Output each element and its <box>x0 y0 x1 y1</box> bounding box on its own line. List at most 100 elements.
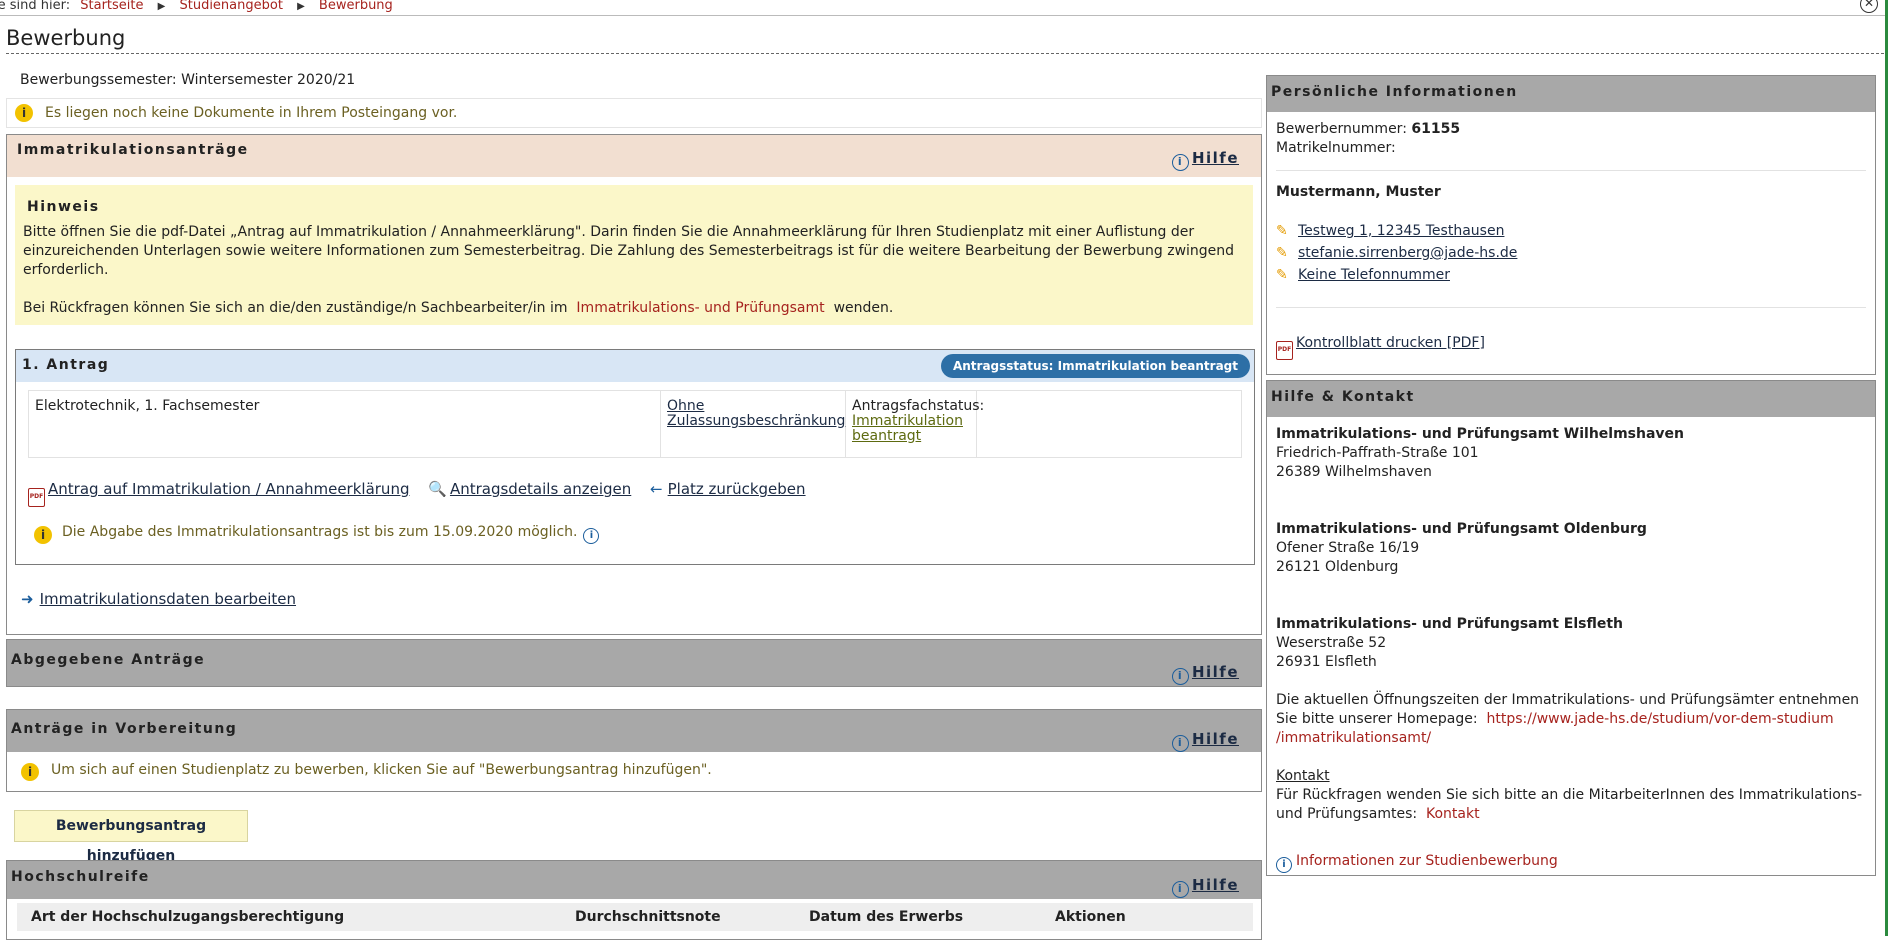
antrag-table: Elektrotechnik, 1. Fachsemester Ohne Zul… <box>28 390 1242 458</box>
immatrikulation-panel-header: Immatrikulationsanträge i Hilfe <box>7 135 1261 177</box>
info-studienbewerbung: i Informationen zur Studienbewerbung <box>1276 852 1866 873</box>
zulassung-link[interactable]: Ohne Zulassungsbeschränkung <box>667 398 845 429</box>
fachstatus-label: Antragsfachstatus: <box>852 398 985 414</box>
divider <box>1276 307 1866 308</box>
vorbereitung-panel: Anträge in Vorbereitung i Hilfe i Um sich… <box>6 709 1262 792</box>
kontakt-note: Für Rückfragen wenden Sie sich bitte an … <box>1276 786 1866 824</box>
email-link[interactable]: stefanie.sirrenberg@jade-hs.de <box>1298 245 1517 261</box>
office-city: 26121 Oldenburg <box>1276 559 1399 575</box>
bewerbernummer-label: Bewerbernummer: <box>1276 121 1407 137</box>
hilfe-link[interactable]: i Hilfe <box>1171 869 1239 901</box>
info-circle-icon: i <box>1171 668 1189 685</box>
rueckfragen-suffix: wenden. <box>833 300 894 316</box>
deadline-text: Die Abgabe des Immatrikulationsantrags i… <box>62 524 578 540</box>
magnifier-icon: 🔍 <box>428 480 447 498</box>
antrag-box: 1. Antrag Antragsstatus: Immatrikulation… <box>15 349 1255 565</box>
deadline-note: Die Abgabe des Immatrikulationsantrags i… <box>62 524 600 544</box>
office-block: Immatrikulations- und Prüfungsamt Wilhel… <box>1276 425 1866 482</box>
hilfe-link[interactable]: i Hilfe <box>1171 652 1239 692</box>
personal-info-header: Persönliche Informationen <box>1267 76 1875 112</box>
vorbereitung-note: Um sich auf einen Studienplatz zu bewerb… <box>51 762 712 778</box>
office-city: 26931 Elsfleth <box>1276 654 1377 670</box>
immatrikulationsamt-link[interactable]: Immatrikulations- und Prüfungsamt <box>576 300 824 316</box>
opening-hours-note: Die aktuellen Öffnungszeiten der Immatri… <box>1276 691 1866 748</box>
kontakt-heading: Kontakt <box>1276 768 1330 784</box>
office-name: Immatrikulations- und Prüfungsamt Elsfle… <box>1276 616 1624 632</box>
scrollbar[interactable] <box>1885 0 1888 936</box>
hilfe-label: Hilfe <box>1191 663 1239 681</box>
fachstatus-link[interactable]: Immatrikulation beantragt <box>852 413 963 444</box>
hilfe-link[interactable]: i Hilfe <box>1171 720 1239 758</box>
arrow-right-icon: ➜ <box>21 590 34 608</box>
arrow-left-icon: ← <box>650 480 663 498</box>
breadcrumb-separator-icon: ▶ <box>297 1 305 12</box>
office-street: Ofener Straße 16/19 <box>1276 540 1420 556</box>
office-block: Immatrikulations- und Prüfungsamt Elsfle… <box>1276 615 1866 672</box>
antrag-actions: PDF Antrag auf Immatrikulation / Annahmee… <box>28 480 820 507</box>
info-circle-icon: i <box>1171 881 1189 898</box>
inbox-note-text: Es liegen noch keine Dokumente in Ihrem … <box>45 105 458 121</box>
column-header: Aktionen <box>1055 909 1126 925</box>
hilfe-link[interactable]: i Hilfe <box>1171 143 1239 173</box>
hochschulreife-panel-header: Hochschulreife i Hilfe <box>7 861 1261 899</box>
column-header: Art der Hochschulzugangsberechtigung <box>31 909 345 925</box>
applicant-name: Mustermann, Muster <box>1276 184 1441 200</box>
breadcrumb-startseite[interactable]: Startseite <box>80 0 143 13</box>
pencil-icon: ✎ <box>1276 245 1288 261</box>
info-circle-icon: i <box>1171 735 1189 752</box>
divider <box>1276 170 1866 171</box>
phone-link[interactable]: Keine Telefonnummer <box>1298 267 1450 283</box>
breadcrumb: ie sind hier: Startseite ▶ Studienangebo… <box>0 0 1886 16</box>
immatrikulationsdaten-link[interactable]: Immatrikulationsdaten bearbeiten <box>40 590 296 608</box>
info-circle-icon[interactable]: i <box>583 528 600 544</box>
antragsdetails-link[interactable]: Antragsdetails anzeigen <box>450 480 631 498</box>
office-block: Immatrikulations- und Prüfungsamt Oldenb… <box>1276 520 1866 577</box>
kontrollblatt-link[interactable]: Kontrollblatt drucken [PDF] <box>1296 335 1485 351</box>
pdf-icon: PDF <box>28 488 45 507</box>
matrikel-label: Matrikelnummer: <box>1276 140 1396 156</box>
antrag-title: 1. Antrag <box>22 357 110 373</box>
pencil-icon: ✎ <box>1276 267 1288 283</box>
pencil-icon: ✎ <box>1276 223 1288 239</box>
hilfe-kontakt-panel: Hilfe & Kontakt Immatrikulations- und Pr… <box>1266 380 1876 876</box>
rueckfragen-prefix: Bei Rückfragen können Sie sich an die/de… <box>23 300 568 316</box>
add-bewerbungsantrag-button[interactable]: Bewerbungsantrag hinzufügen <box>14 810 248 864</box>
immatrikulation-panel: Immatrikulationsanträge i Hilfe Hinweis B… <box>6 134 1262 635</box>
kontakt-link[interactable]: Kontakt <box>1426 806 1480 822</box>
antrag-pdf-link[interactable]: Antrag auf Immatrikulation / Annahmeerkl… <box>48 480 409 498</box>
semester-label: Bewerbungssemester: Wintersemester 2020/… <box>20 72 356 88</box>
studienbewerbung-info-link[interactable]: Informationen zur Studienbewerbung <box>1296 853 1558 869</box>
vorbereitung-panel-header: Anträge in Vorbereitung i Hilfe <box>7 710 1261 752</box>
hilfe-kontakt-header: Hilfe & Kontakt <box>1267 381 1875 417</box>
breadcrumb-separator-icon: ▶ <box>157 1 166 12</box>
info-icon: i <box>15 104 33 122</box>
info-icon: i <box>34 526 52 544</box>
info-circle-icon: i <box>1171 154 1189 171</box>
homepage-link[interactable]: https://www.jade-hs.de/studium/vor-dem-s… <box>1487 711 1834 727</box>
kontakt-text: Für Rückfragen wenden Sie sich bitte an … <box>1276 787 1862 822</box>
personal-info-body: Bewerbernummer: 61155 Matrikelnummer: Mu… <box>1267 112 1875 368</box>
zulassung-cell: Ohne Zulassungsbeschränkung <box>661 391 846 457</box>
hochschulreife-table-header: Art der Hochschulzugangsberechtigung Dur… <box>17 903 1253 931</box>
platz-zurueckgeben-link[interactable]: Platz zurückgeben <box>668 480 806 498</box>
edit-immatrikulationsdaten: ➜ Immatrikulationsdaten bearbeiten <box>21 590 296 608</box>
hinweis-title: Hinweis <box>27 199 100 215</box>
personal-info-panel: Persönliche Informationen Bewerbernummer… <box>1266 75 1876 375</box>
office-name: Immatrikulations- und Prüfungsamt Wilhel… <box>1276 426 1685 442</box>
abgegebene-panel-title: Abgegebene Anträge <box>11 652 206 668</box>
breadcrumb-bewerbung: Bewerbung <box>318 0 393 13</box>
abgegebene-panel: Abgegebene Anträge i Hilfe <box>6 639 1262 687</box>
info-icon: i <box>21 763 39 781</box>
homepage-link-cont[interactable]: /immatrikulationsamt/ <box>1276 730 1431 746</box>
office-city: 26389 Wilhelmshaven <box>1276 464 1432 480</box>
status-badge: Antragsstatus: Immatrikulation beantragt <box>940 354 1250 378</box>
page-title: Bewerbung <box>6 24 1884 54</box>
column-header: Datum des Erwerbs <box>809 909 964 925</box>
hilfe-kontakt-body: Immatrikulations- und Prüfungsamt Wilhel… <box>1267 417 1875 881</box>
office-street: Friedrich-Paffrath-Straße 101 <box>1276 445 1479 461</box>
hilfe-label: Hilfe <box>1191 876 1239 894</box>
address-link[interactable]: Testweg 1, 12345 Testhausen <box>1298 223 1504 239</box>
hochschulreife-panel: Hochschulreife i Hilfe Art der Hochschulz… <box>6 860 1262 940</box>
breadcrumb-studienangebot[interactable]: Studienangebot <box>179 0 282 13</box>
vorbereitung-panel-title: Anträge in Vorbereitung <box>11 721 238 737</box>
